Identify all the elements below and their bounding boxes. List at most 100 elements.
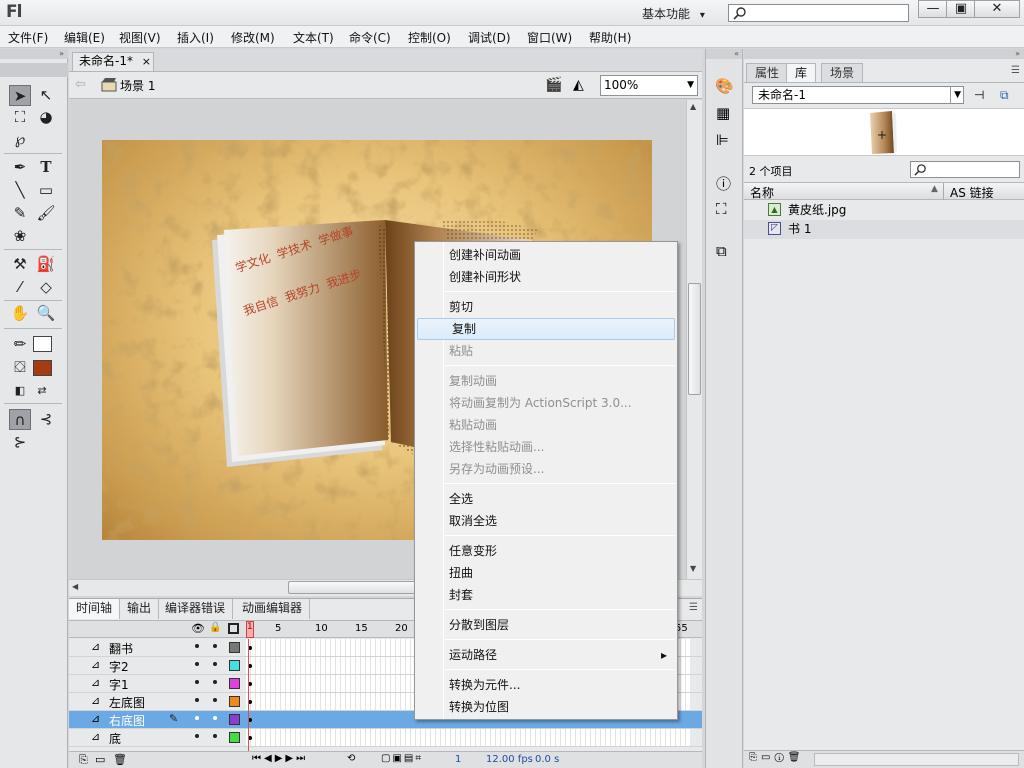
menu-control[interactable]: 控制(O) [408,29,451,46]
panel-menu-icon[interactable]: ☰ [689,602,698,613]
library-horizontal-scrollbar[interactable] [814,753,1019,766]
stroke-color-icon[interactable]: ✏ [9,334,31,355]
context-menu-item[interactable]: 运动路径 ▸ [415,644,677,666]
scroll-left-icon[interactable]: ◀ [72,582,78,591]
context-menu-item[interactable]: 转换为元件... [415,674,677,696]
free-transform-tool-icon[interactable]: ⛶ [9,107,31,128]
selection-tool-icon[interactable]: ➤ [9,85,31,106]
rectangle-tool-icon[interactable]: ▭ [35,180,57,201]
frame-rate[interactable]: 12.00 fps [486,754,533,765]
eye-icon[interactable]: 👁 [191,622,205,635]
color-panel-icon[interactable]: 🎨 [715,77,734,95]
fill-color-swatch[interactable] [33,360,52,376]
new-layer-icon[interactable]: ⎘ [79,753,88,767]
eyedropper-tool-icon[interactable]: ⁄ [9,277,31,298]
delete-layer-icon[interactable]: 🗑 [113,753,127,766]
maximize-button[interactable]: ▣ [946,0,976,18]
scroll-up-icon[interactable]: ▲ [690,102,696,111]
components-panel-icon[interactable]: ⧉ [716,242,727,260]
align-panel-icon[interactable]: ⊫ [716,131,729,149]
3d-rotation-tool-icon[interactable]: ◕ [35,107,57,128]
panel-collapse-handle[interactable]: » [0,49,68,59]
scroll-down-icon[interactable]: ▼ [690,564,696,573]
context-menu-item[interactable]: 剪切 [415,296,677,318]
menu-commands[interactable]: 命令(C) [349,29,391,46]
outline-icon[interactable] [228,623,239,634]
loop-icon[interactable]: ⟲ [347,753,355,764]
menu-modify[interactable]: 修改(M) [231,29,275,46]
line-tool-icon[interactable]: ╲ [9,180,31,201]
library-item[interactable]: ◸ 书 1 [744,220,1024,239]
sort-ascending-icon[interactable]: ▲ [931,184,938,194]
tab-timeline[interactable]: 时间轴 [69,599,121,619]
document-tab[interactable]: 未命名-1* × [72,52,154,71]
tab-compiler-errors[interactable]: 编译器错误 [158,599,234,619]
zoom-select[interactable]: 100% ▼ [600,75,698,96]
tab-properties[interactable]: 属性 [746,63,789,82]
snap-to-objects-icon[interactable]: ∩ [9,409,31,430]
panel-collapse-handle[interactable]: « [706,49,742,59]
column-as-linkage[interactable]: AS 链接 [950,184,994,201]
new-library-panel-icon[interactable]: ⧉ [1000,88,1009,103]
layer-name[interactable]: 字1 [109,676,129,693]
library-search-input[interactable] [910,161,1020,178]
lock-dot[interactable] [213,698,217,702]
black-white-icon[interactable]: ◧ [9,380,31,401]
menu-text[interactable]: 文本(T) [293,29,334,46]
tab-library[interactable]: 库 [786,63,817,82]
lock-dot[interactable] [213,680,217,684]
transform-panel-icon[interactable]: ⛶ [716,200,727,218]
panel-collapse-handle[interactable]: » [744,49,1024,59]
vertical-scroll-thumb[interactable] [688,283,701,395]
layer-outline-color[interactable] [229,660,240,671]
visibility-dot[interactable] [195,662,199,666]
smooth-icon[interactable]: ⊰ [35,409,57,430]
edit-scene-icon[interactable]: 🎬 [545,77,562,93]
menu-file[interactable]: 文件(F) [8,29,48,46]
minimize-button[interactable]: — [918,0,948,18]
lock-dot[interactable] [213,734,217,738]
visibility-dot[interactable] [195,716,199,720]
visibility-dot[interactable] [195,680,199,684]
layer-outline-color[interactable] [229,714,240,725]
menu-insert[interactable]: 插入(I) [177,29,214,46]
back-arrow-icon[interactable]: ⇦ [75,77,86,92]
visibility-dot[interactable] [195,644,199,648]
menu-help[interactable]: 帮助(H) [589,29,631,46]
current-frame[interactable]: 1 [455,754,461,765]
layer-row[interactable]: ⊿ 底 [69,729,702,747]
lock-dot[interactable] [213,716,217,720]
zoom-tool-icon[interactable]: 🔍 [35,303,57,324]
paint-bucket-tool-icon[interactable]: ⛽ [35,254,57,275]
library-document-select[interactable]: 未命名-1 ▼ [752,86,964,104]
layer-name[interactable]: 底 [109,730,121,747]
horizontal-scroll-thumb[interactable] [288,581,418,594]
context-menu-item[interactable]: 创建补间动画 [415,244,677,266]
menu-window[interactable]: 窗口(W) [527,29,572,46]
subselection-tool-icon[interactable]: ↖ [35,85,57,106]
frame-strip[interactable] [246,729,690,746]
layer-name[interactable]: 字2 [109,658,129,675]
context-menu-item[interactable]: 取消全选 [415,510,677,532]
tab-scene[interactable]: 场景 [821,63,864,82]
tools-panel-header[interactable] [0,63,68,77]
context-menu-item[interactable]: 转换为位图 [415,696,677,718]
visibility-dot[interactable] [195,734,199,738]
stroke-color-swatch[interactable] [33,336,52,352]
tab-output[interactable]: 输出 [120,599,160,619]
onion-skin-icons[interactable]: ▢▣▤⌗ [381,753,423,764]
bone-tool-icon[interactable]: ⚒ [9,254,31,275]
swatches-panel-icon[interactable]: ▦ [716,104,730,122]
brush-tool-icon[interactable]: 🖌 [35,203,57,224]
pin-library-icon[interactable]: ⊣ [974,88,984,102]
playback-controls[interactable]: ⏮◀▶▶⏭ [252,753,308,764]
layer-name[interactable]: 左底图 [109,694,145,711]
panel-menu-icon[interactable]: ☰ [1011,65,1020,76]
help-search-input[interactable] [728,4,909,22]
visibility-dot[interactable] [195,698,199,702]
layer-outline-color[interactable] [229,732,240,743]
library-footer-icons[interactable]: ⎘▭ⓘ🗑 [749,752,805,763]
library-item[interactable]: ▲ 黄皮纸.jpg [744,201,1024,220]
eraser-tool-icon[interactable]: ◇ [35,277,57,298]
info-panel-icon[interactable]: ⓘ [716,173,731,194]
